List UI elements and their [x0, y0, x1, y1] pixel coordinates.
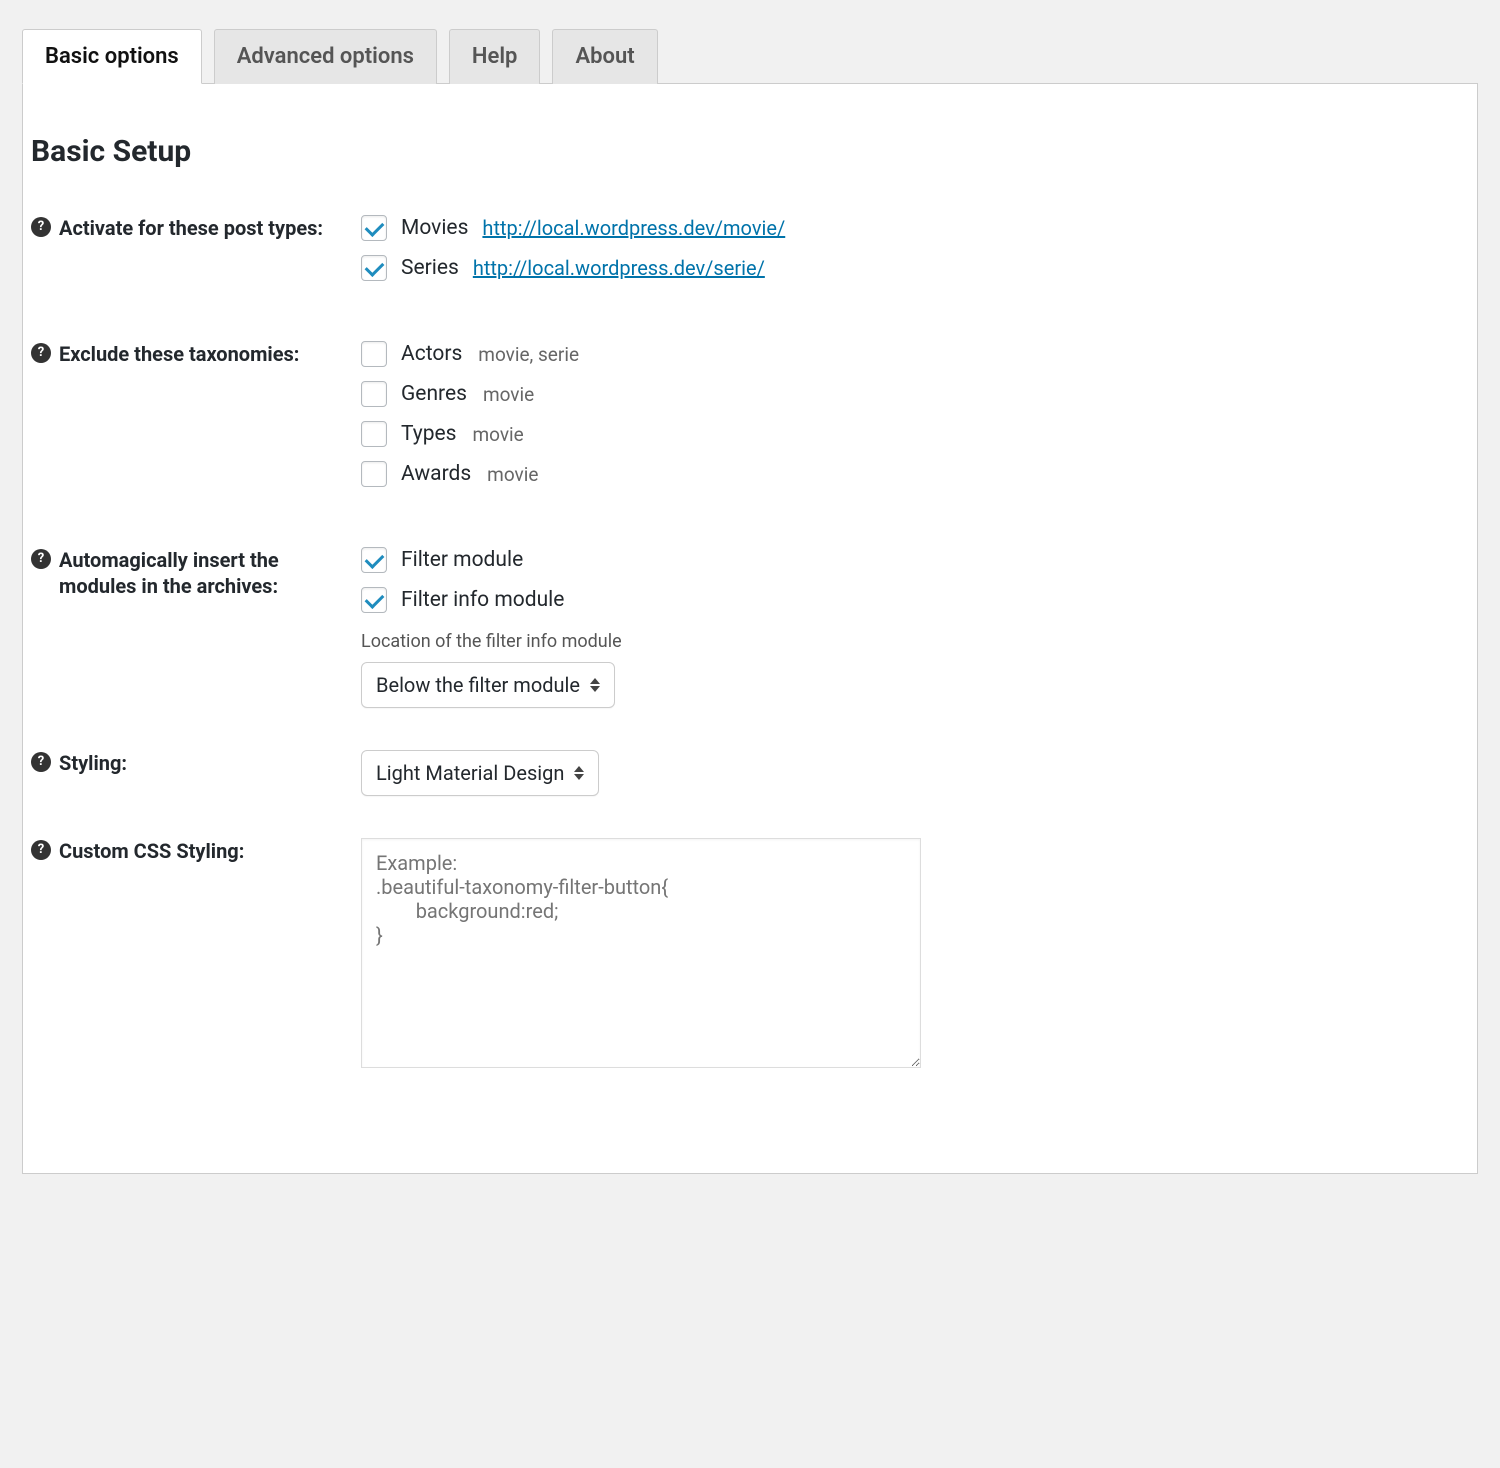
select-filter-info-location[interactable]: Below the filter module: [361, 662, 615, 708]
tab-advanced-options[interactable]: Advanced options: [214, 29, 437, 84]
checkbox-tax-actors[interactable]: [361, 341, 387, 367]
taxonomy-post-types: movie: [483, 383, 534, 406]
tab-help[interactable]: Help: [449, 29, 541, 84]
chevron-updown-icon: [590, 678, 600, 692]
select-value: Below the filter module: [376, 673, 580, 697]
checkbox-filter-info-module[interactable]: [361, 587, 387, 613]
taxonomy-post-types: movie: [487, 463, 538, 486]
taxonomy-post-types: movie, serie: [478, 343, 579, 366]
section-title: Basic Setup: [31, 134, 1469, 169]
checkbox-filter-module[interactable]: [361, 547, 387, 573]
label-post-types: Activate for these post types:: [59, 215, 323, 241]
label-auto-insert: Automagically insert the modules in the …: [59, 547, 343, 599]
help-icon[interactable]: ?: [31, 343, 51, 363]
checkbox-label: Actors: [401, 342, 462, 366]
help-icon[interactable]: ?: [31, 840, 51, 860]
checkbox-tax-types[interactable]: [361, 421, 387, 447]
chevron-updown-icon: [574, 766, 584, 780]
help-icon[interactable]: ?: [31, 549, 51, 569]
label-styling: Styling:: [59, 750, 127, 776]
taxonomy-post-types: movie: [473, 423, 524, 446]
checkbox-label: Movies: [401, 216, 468, 240]
help-icon[interactable]: ?: [31, 217, 51, 237]
tab-about[interactable]: About: [552, 29, 657, 84]
select-styling[interactable]: Light Material Design: [361, 750, 599, 796]
tab-basic-options[interactable]: Basic options: [22, 29, 202, 84]
checkbox-label: Awards: [401, 462, 471, 486]
checkbox-post-type-series[interactable]: [361, 255, 387, 281]
checkbox-label: Filter module: [401, 548, 523, 572]
checkbox-label: Series: [401, 256, 459, 280]
custom-css-textarea[interactable]: [361, 838, 921, 1068]
checkbox-tax-awards[interactable]: [361, 461, 387, 487]
tab-panel-basic: Basic Setup ? Activate for these post ty…: [22, 84, 1478, 1174]
help-icon[interactable]: ?: [31, 752, 51, 772]
checkbox-label: Types: [401, 422, 457, 446]
label-exclude-taxonomies: Exclude these taxonomies:: [59, 341, 299, 367]
post-type-archive-link[interactable]: http://local.wordpress.dev/serie/: [473, 256, 765, 280]
checkbox-post-type-movies[interactable]: [361, 215, 387, 241]
select-value: Light Material Design: [376, 761, 564, 785]
checkbox-label: Genres: [401, 382, 467, 406]
label-custom-css: Custom CSS Styling:: [59, 838, 244, 864]
checkbox-tax-genres[interactable]: [361, 381, 387, 407]
label-filter-info-location: Location of the filter info module: [361, 631, 1469, 652]
checkbox-label: Filter info module: [401, 588, 564, 612]
tabs-bar: Basic options Advanced options Help Abou…: [22, 28, 1478, 84]
post-type-archive-link[interactable]: http://local.wordpress.dev/movie/: [482, 216, 785, 240]
